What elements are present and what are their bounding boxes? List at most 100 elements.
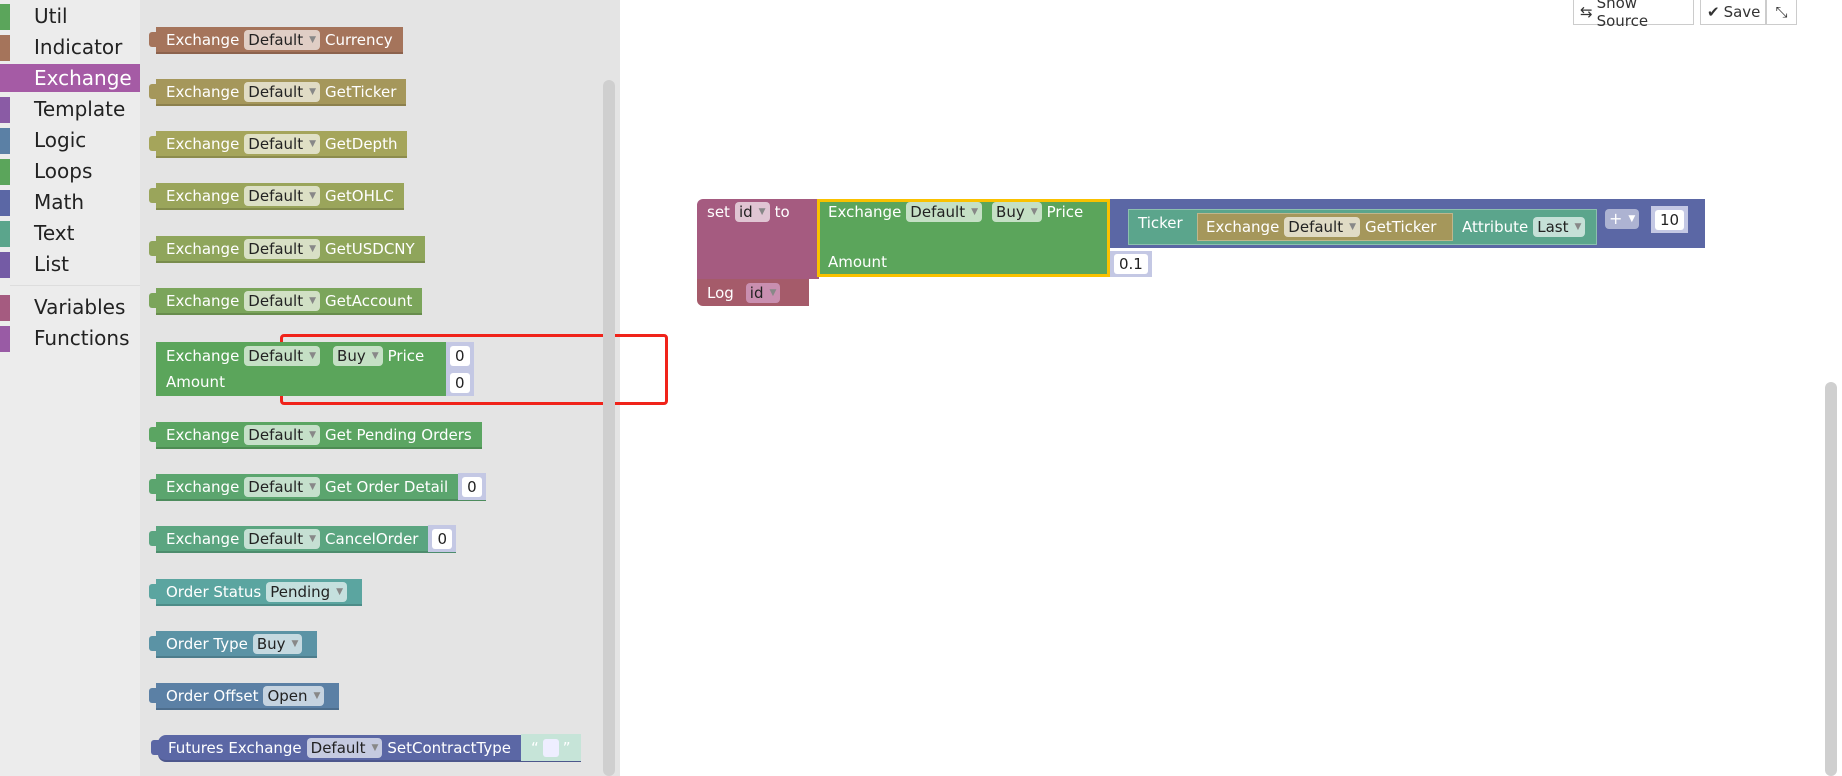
exchange-dropdown[interactable]: Default ▼ (906, 202, 983, 222)
category-color (0, 252, 10, 278)
category-loops[interactable]: Loops (0, 157, 140, 185)
flyout-block[interactable]: Futures Exchange Default ▼ SetContractType “… (151, 734, 581, 762)
flyout: Exchange Default ▼ Currency Exchange Default ▼… (140, 0, 668, 776)
number-input[interactable]: 0 (458, 473, 486, 500)
dropdown[interactable]: Open ▼ (263, 685, 325, 706)
category-util[interactable]: Util (0, 2, 140, 30)
ticker-label: Ticker (1138, 214, 1183, 232)
variable-dropdown[interactable]: id ▼ (734, 202, 770, 222)
dropdown-arrow-icon: ▼ (309, 533, 317, 544)
flyout-block[interactable]: Exchange Default ▼ Get Order Detail 0 (149, 473, 486, 501)
flyout-block[interactable]: Order Offset Open ▼ (149, 683, 340, 710)
dropdown[interactable]: Default ▼ (306, 737, 383, 758)
amount-input[interactable]: 0.1 (1110, 251, 1152, 277)
toolbox: Util Indicator Exchange Template Logic Loops M… (0, 0, 140, 776)
category-color (0, 4, 10, 30)
dropdown-arrow-icon: ▼ (1574, 222, 1582, 232)
amount-label: Amount (828, 253, 887, 271)
operator-dropdown[interactable]: + ▼ (1605, 209, 1640, 229)
log-label: Log (707, 283, 734, 302)
category-color (0, 35, 10, 61)
flyout-buy-block[interactable]: Exchange Default ▼ Buy ▼ Price Amount 0 0 (156, 342, 474, 396)
variable-dropdown[interactable]: id ▼ (745, 282, 781, 303)
number-input[interactable]: 10 (1651, 206, 1689, 233)
to-label: to (774, 203, 790, 221)
dropdown-arrow-icon: ▼ (309, 429, 317, 440)
retweet-icon: ⇆ (1580, 3, 1593, 21)
flyout-block[interactable]: Exchange Default ▼ GetOHLC (149, 183, 404, 210)
flyout-block[interactable]: Exchange Default ▼ GetTicker (149, 79, 407, 106)
flyout-scrollbar[interactable] (603, 80, 615, 776)
dropdown[interactable]: Default ▼ (244, 133, 321, 154)
text-input[interactable] (542, 738, 559, 757)
side-dropdown[interactable]: Buy ▼ (992, 202, 1042, 222)
amount-input[interactable]: 0 (446, 369, 474, 396)
getticker-label: GetTicker (1365, 218, 1437, 236)
dropdown-arrow-icon: ▼ (336, 586, 344, 597)
dropdown[interactable]: Default ▼ (244, 476, 321, 497)
flyout-block[interactable]: Order Type Buy ▼ (149, 631, 318, 658)
dropdown[interactable]: Default ▼ (244, 29, 321, 50)
dropdown[interactable]: Default ▼ (244, 81, 321, 102)
flyout-block[interactable]: Exchange Default ▼ CancelOrder 0 (149, 525, 457, 553)
category-list[interactable]: List (0, 250, 140, 278)
collapse-button[interactable]: ⤡ (1766, 0, 1797, 25)
flyout-block[interactable]: Exchange Default ▼ GetAccount (149, 288, 423, 315)
dropdown-arrow-icon: ▼ (309, 295, 317, 306)
dropdown-arrow-icon: ▼ (309, 34, 317, 45)
flyout-block[interactable]: Exchange Default ▼ GetDepth (149, 131, 408, 158)
category-template[interactable]: Template (0, 95, 140, 123)
flyout-block[interactable]: Exchange Default ▼ Currency (149, 27, 403, 54)
price-input[interactable]: 0 (446, 342, 474, 369)
category-color (0, 190, 10, 216)
category-color (0, 326, 10, 352)
dropdown-arrow-icon: ▼ (309, 243, 317, 254)
flyout-block[interactable]: Order Status Pending ▼ (149, 579, 363, 606)
check-icon: ✔ (1707, 3, 1720, 21)
save-button[interactable]: ✔ Save (1700, 0, 1766, 25)
exchange-dropdown[interactable]: Default ▼ (244, 345, 321, 366)
getticker-block[interactable]: Exchange Default ▼ GetTicker (1197, 213, 1453, 241)
category-color (0, 97, 10, 123)
category-indicator[interactable]: Indicator (0, 33, 140, 61)
category-functions[interactable]: Functions (0, 324, 140, 352)
category-exchange[interactable]: Exchange (0, 64, 140, 92)
workspace-scrollbar[interactable] (1825, 382, 1837, 776)
dropdown[interactable]: Default ▼ (244, 290, 321, 311)
category-color (0, 159, 10, 185)
exchange-label: Exchange (1206, 218, 1280, 236)
dropdown-arrow-icon: ▼ (769, 287, 777, 298)
number-input[interactable]: 0 (428, 525, 457, 552)
flyout-block[interactable]: Exchange Default ▼ Get Pending Orders (149, 422, 482, 449)
dropdown-arrow-icon: ▼ (309, 481, 317, 492)
attribute-label: Attribute (1462, 218, 1529, 236)
dropdown-arrow-icon: ▼ (971, 207, 979, 217)
string-block[interactable]: “” (521, 734, 581, 761)
dropdown-arrow-icon: ▼ (309, 138, 317, 149)
dropdown[interactable]: Default ▼ (244, 528, 321, 549)
dropdown[interactable]: Pending ▼ (266, 581, 348, 602)
divider (10, 285, 140, 286)
exchange-label: Exchange (828, 203, 902, 221)
category-color (0, 66, 10, 92)
dropdown[interactable]: Default ▼ (244, 185, 321, 206)
attribute-dropdown[interactable]: Last ▼ (1533, 217, 1586, 237)
category-math[interactable]: Math (0, 188, 140, 216)
category-text[interactable]: Text (0, 219, 140, 247)
compress-icon: ⤡ (1775, 3, 1788, 21)
show-source-button[interactable]: ⇆ Show Source (1573, 0, 1694, 30)
category-color (0, 295, 10, 321)
category-color (0, 128, 10, 154)
dropdown[interactable]: Default ▼ (244, 424, 321, 445)
side-dropdown[interactable]: Buy ▼ (333, 345, 383, 366)
dropdown[interactable]: Default ▼ (244, 238, 321, 259)
category-variables[interactable]: Variables (0, 293, 140, 321)
dropdown-arrow-icon: ▼ (1628, 214, 1636, 224)
log-block[interactable]: Log id ▼ (697, 279, 809, 306)
flyout-block[interactable]: Exchange Default ▼ GetUSDCNY (149, 236, 425, 263)
dropdown[interactable]: Buy ▼ (252, 633, 303, 654)
dropdown-arrow-icon: ▼ (309, 86, 317, 97)
dropdown-arrow-icon: ▼ (758, 207, 766, 217)
category-logic[interactable]: Logic (0, 126, 140, 154)
exchange-dropdown[interactable]: Default ▼ (1284, 217, 1361, 237)
